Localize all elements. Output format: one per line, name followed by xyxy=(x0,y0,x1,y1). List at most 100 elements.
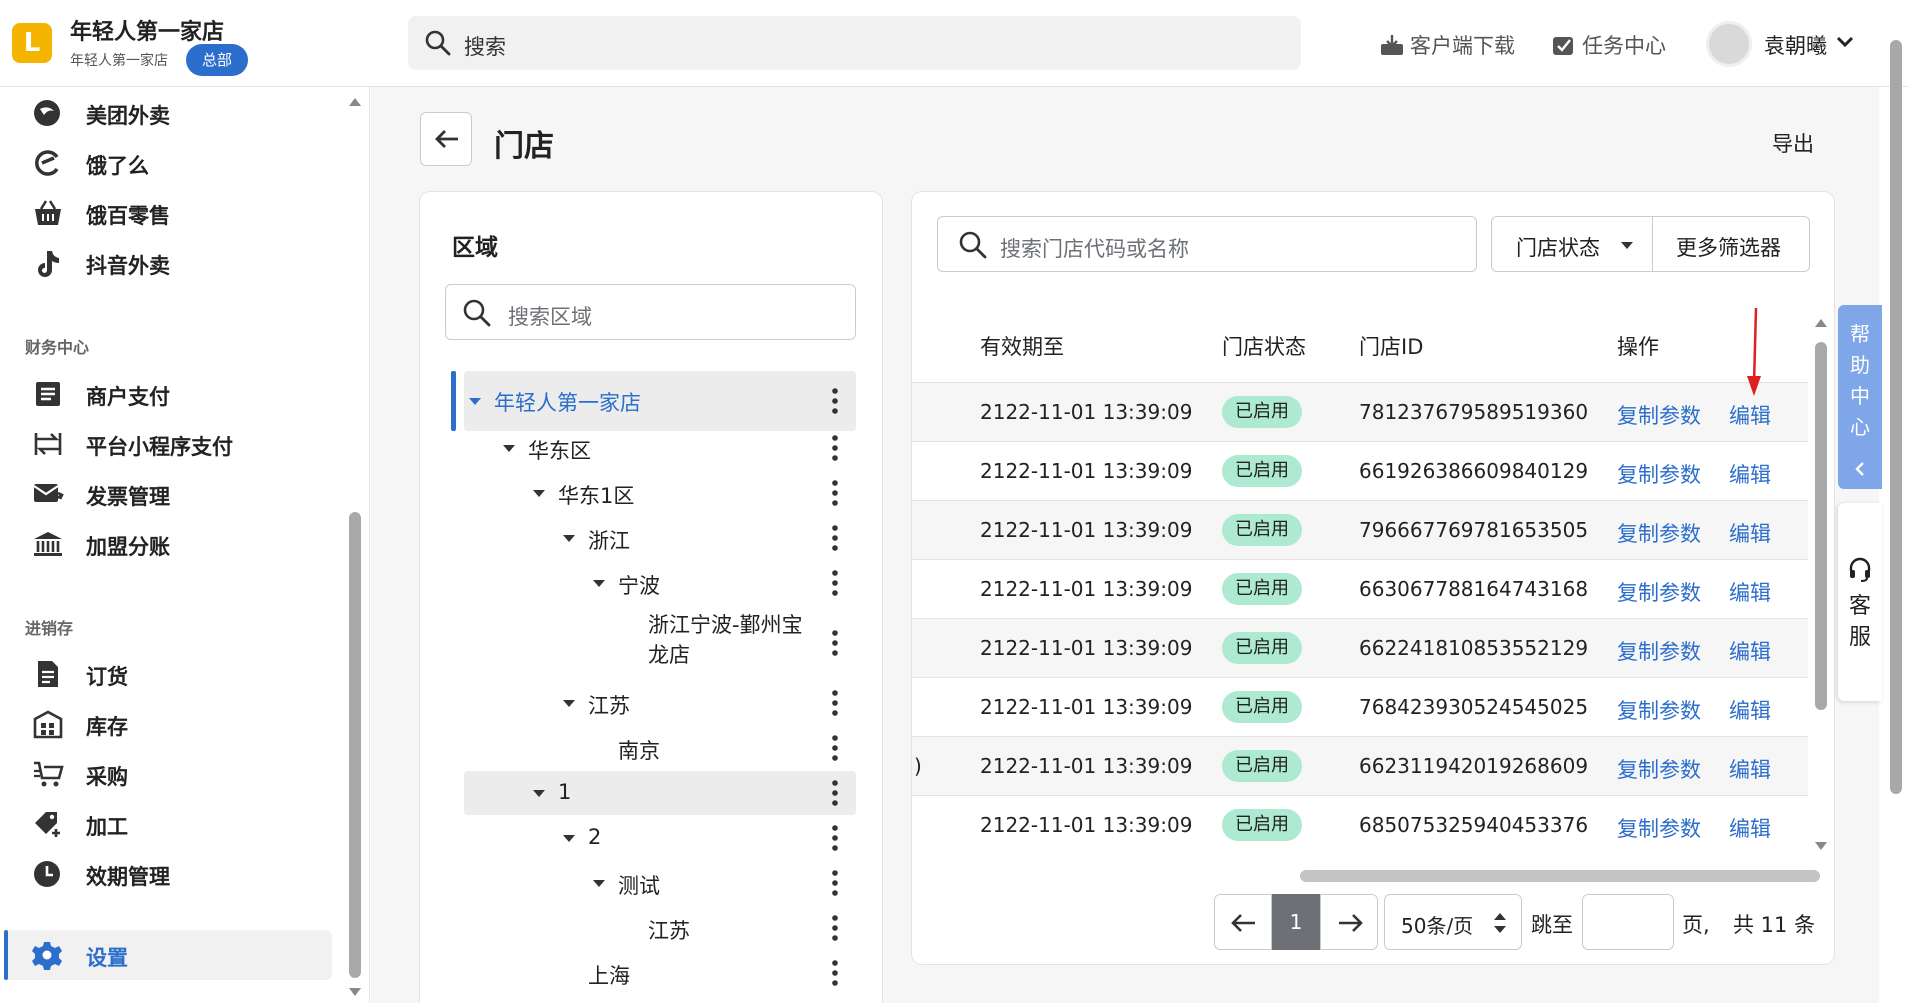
scroll-up-icon[interactable] xyxy=(348,97,362,107)
jump-page-input[interactable] xyxy=(1582,894,1674,950)
caret-down-icon[interactable] xyxy=(468,397,482,406)
sidebar-item-franchise-split[interactable]: 加盟分账 xyxy=(28,523,328,563)
copy-params-link[interactable]: 复制参数 xyxy=(1617,577,1701,607)
tree-node[interactable]: 测试 xyxy=(464,861,856,905)
table-vertical-scrollbar[interactable] xyxy=(1814,318,1828,853)
tree-node[interactable]: 华东1区 xyxy=(464,471,856,515)
caret-down-icon[interactable] xyxy=(532,789,546,798)
current-page[interactable]: 1 xyxy=(1272,894,1320,950)
customer-service-tab[interactable]: 客服 xyxy=(1838,503,1882,701)
sidebar-item-purchase[interactable]: 采购 xyxy=(28,753,328,793)
edit-link[interactable]: 编辑 xyxy=(1729,754,1771,784)
client-download-button[interactable]: 客户端下载 xyxy=(1380,30,1515,60)
copy-params-link[interactable]: 复制参数 xyxy=(1617,518,1701,548)
copy-params-link[interactable]: 复制参数 xyxy=(1617,400,1701,430)
page-scrollbar[interactable] xyxy=(1888,40,1904,1003)
edit-link[interactable]: 编辑 xyxy=(1729,813,1771,843)
more-vertical-icon[interactable] xyxy=(832,480,838,506)
tree-node[interactable]: 华东区 xyxy=(464,426,856,470)
jump-label: 跳至 xyxy=(1531,913,1573,937)
sidebar-item-settings[interactable]: 设置 xyxy=(4,930,332,980)
tree-node[interactable]: 年轻人第一家店 xyxy=(464,371,856,431)
more-vertical-icon[interactable] xyxy=(832,780,838,806)
more-vertical-icon[interactable] xyxy=(832,690,838,716)
export-button[interactable]: 导出 xyxy=(1772,128,1814,158)
edit-link[interactable]: 编辑 xyxy=(1729,400,1771,430)
caret-down-icon[interactable] xyxy=(1620,241,1634,250)
caret-down-icon[interactable] xyxy=(532,489,546,498)
scroll-up-icon[interactable] xyxy=(1814,318,1828,328)
page-scroll-thumb[interactable] xyxy=(1890,40,1902,794)
page-size-select[interactable]: 50条/页 xyxy=(1384,894,1522,950)
more-vertical-icon[interactable] xyxy=(832,870,838,896)
tree-node[interactable]: 上海 xyxy=(464,951,856,995)
sidebar-item-stock[interactable]: 库存 xyxy=(28,703,328,743)
more-vertical-icon[interactable] xyxy=(832,525,838,551)
more-vertical-icon[interactable] xyxy=(832,825,838,851)
caret-down-icon[interactable] xyxy=(502,444,516,453)
sidebar-item-douyin[interactable]: 抖音外卖 xyxy=(28,242,328,282)
tree-node[interactable]: 宁波 xyxy=(464,561,856,605)
caret-down-icon[interactable] xyxy=(562,834,576,843)
more-vertical-icon[interactable] xyxy=(832,570,838,596)
tree-node[interactable]: 江苏 xyxy=(464,681,856,725)
copy-params-link[interactable]: 复制参数 xyxy=(1617,695,1701,725)
global-search-input[interactable]: 搜索 xyxy=(408,16,1301,70)
sidebar-item-meituan[interactable]: 美团外卖 xyxy=(28,92,328,132)
more-filters-button[interactable]: 更多筛选器 xyxy=(1676,232,1781,262)
region-search-input[interactable]: 搜索区域 xyxy=(445,284,856,340)
table-horizontal-scrollbar[interactable] xyxy=(1300,870,1820,882)
tree-node[interactable]: 江苏 xyxy=(464,906,856,950)
copy-params-link[interactable]: 复制参数 xyxy=(1617,636,1701,666)
sidebar-item-processing[interactable]: 加工 xyxy=(28,803,328,843)
sidebar-scrollbar[interactable] xyxy=(348,97,362,997)
task-center-button[interactable]: 任务中心 xyxy=(1552,30,1666,60)
back-button[interactable] xyxy=(420,112,472,166)
edit-link[interactable]: 编辑 xyxy=(1729,636,1771,666)
edit-link[interactable]: 编辑 xyxy=(1729,518,1771,548)
tree-node[interactable]: 南京 xyxy=(464,726,856,770)
store-search-input[interactable]: 搜索门店代码或名称 xyxy=(937,216,1477,272)
caret-down-icon[interactable] xyxy=(592,579,606,588)
table-row: 2122-11-01 13:39:09 已启用 661926386609840129… xyxy=(912,441,1808,500)
caret-down-icon[interactable] xyxy=(562,699,576,708)
chevron-down-icon[interactable] xyxy=(1836,36,1854,48)
more-vertical-icon[interactable] xyxy=(832,960,838,986)
store-status-filter[interactable]: 门店状态 xyxy=(1516,232,1600,262)
copy-params-link[interactable]: 复制参数 xyxy=(1617,754,1701,784)
user-avatar[interactable] xyxy=(1706,21,1752,67)
more-vertical-icon[interactable] xyxy=(832,915,838,941)
copy-params-link[interactable]: 复制参数 xyxy=(1617,459,1701,489)
copy-params-link[interactable]: 复制参数 xyxy=(1617,813,1701,843)
sidebar-item-expiry[interactable]: 效期管理 xyxy=(28,853,328,893)
sidebar-item-ordering[interactable]: 订货 xyxy=(28,653,328,693)
tree-node[interactable]: 2 xyxy=(464,816,856,860)
previous-page-button[interactable] xyxy=(1214,894,1272,950)
scroll-down-icon[interactable] xyxy=(348,987,362,997)
sidebar-scroll-thumb[interactable] xyxy=(349,512,361,978)
user-name[interactable]: 袁朝曦 xyxy=(1764,30,1827,60)
more-vertical-icon[interactable] xyxy=(832,630,838,656)
edit-link[interactable]: 编辑 xyxy=(1729,695,1771,725)
edit-link[interactable]: 编辑 xyxy=(1729,577,1771,607)
sidebar-item-merchant-pay[interactable]: 商户支付 xyxy=(28,373,328,413)
edit-link[interactable]: 编辑 xyxy=(1729,459,1771,489)
more-vertical-icon[interactable] xyxy=(832,435,838,461)
status-badge: 已启用 xyxy=(1222,632,1302,664)
caret-down-icon[interactable] xyxy=(592,879,606,888)
sidebar-item-ebai[interactable]: 饿百零售 xyxy=(28,192,328,232)
sidebar-item-invoice[interactable]: 发票管理 xyxy=(28,473,328,513)
more-vertical-icon[interactable] xyxy=(832,388,838,414)
caret-down-icon[interactable] xyxy=(562,534,576,543)
sidebar-item-label: 设置 xyxy=(86,946,128,970)
sidebar-item-eleme[interactable]: 饿了么 xyxy=(28,142,328,182)
help-center-tab[interactable]: 帮助中心 xyxy=(1838,305,1882,489)
tree-node[interactable]: 浙江 xyxy=(464,516,856,560)
table-scroll-thumb[interactable] xyxy=(1815,342,1827,710)
sidebar-item-miniprogram-pay[interactable]: 平台小程序支付 xyxy=(28,423,328,463)
more-vertical-icon[interactable] xyxy=(832,735,838,761)
next-page-button[interactable] xyxy=(1320,894,1378,950)
tree-node[interactable]: 1 xyxy=(464,771,856,815)
scroll-down-icon[interactable] xyxy=(1814,841,1828,851)
tree-node[interactable]: 浙江宁波-鄞州宝 龙店 xyxy=(464,613,856,667)
